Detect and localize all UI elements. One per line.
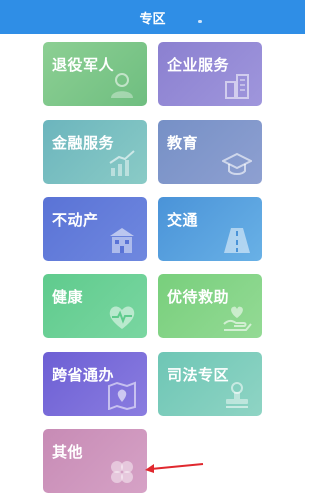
tile-label: 金融服务: [52, 134, 115, 152]
annotation-arrow: [145, 463, 204, 473]
tile-health[interactable]: 健康: [43, 274, 147, 338]
tile-cross-province[interactable]: 跨省通办: [43, 352, 147, 416]
top-bar: 专区: [0, 0, 305, 34]
tile-relief[interactable]: 优待救助: [158, 274, 262, 338]
heart-pulse-icon: [109, 306, 135, 329]
tile-label: 不动产: [52, 211, 99, 229]
map-pin-icon: [108, 381, 136, 410]
tile-veterans[interactable]: 退役军人: [43, 42, 147, 106]
tile-judicial[interactable]: 司法专区: [158, 352, 262, 416]
page-title: 专区: [139, 11, 166, 27]
tile-real-estate[interactable]: 不动产: [43, 197, 147, 261]
zone-grid: 退役军人 企业服务 金融服务 教育 不动产 交通 健康 优待救助 跨省通办 司法…: [0, 34, 305, 500]
buildings-icon: [225, 74, 249, 99]
tile-label: 司法专区: [167, 366, 230, 384]
tile-enterprise[interactable]: 企业服务: [158, 42, 262, 106]
building-icon: [110, 228, 134, 253]
tile-label: 教育: [167, 134, 199, 152]
tile-transport[interactable]: 交通: [158, 197, 262, 261]
tile-education[interactable]: 教育: [158, 120, 262, 184]
stamp-icon: [226, 382, 248, 408]
tile-label: 健康: [52, 288, 84, 306]
four-petal-icon: [111, 461, 133, 483]
tile-label: 退役军人: [52, 56, 115, 74]
tile-label: 跨省通办: [52, 366, 115, 384]
tile-finance[interactable]: 金融服务: [43, 120, 147, 184]
tile-label: 优待救助: [167, 288, 230, 306]
tile-label: 交通: [167, 211, 199, 229]
hand-heart-icon: [223, 306, 252, 331]
bar-trend-icon: [109, 150, 135, 176]
graduation-cap-icon: [222, 152, 252, 175]
tile-label: 企业服务: [167, 56, 230, 74]
tile-other[interactable]: 其他: [43, 429, 147, 493]
tile-label: 其他: [52, 443, 84, 461]
person-bust-icon: [111, 73, 133, 98]
indicator-dot: [198, 20, 202, 23]
road-icon: [224, 228, 250, 253]
